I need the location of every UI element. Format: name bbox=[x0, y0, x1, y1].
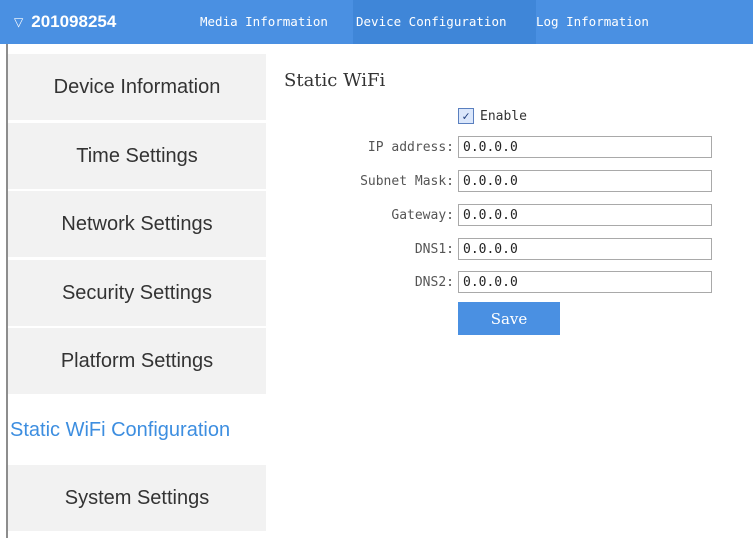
ip-address-row: IP address: bbox=[282, 134, 712, 160]
enable-label: Enable bbox=[480, 108, 527, 124]
top-bar: ▽ 201098254 Media Information Device Con… bbox=[0, 0, 753, 44]
dns2-input[interactable] bbox=[458, 271, 712, 293]
dns2-row: DNS2: bbox=[282, 269, 712, 295]
sidebar-item-static-wifi-configuration[interactable]: Static WiFi Configuration bbox=[8, 397, 266, 463]
menu-log-information[interactable]: Log Information bbox=[536, 12, 649, 32]
subnet-mask-row: Subnet Mask: bbox=[282, 168, 712, 194]
gateway-input[interactable] bbox=[458, 204, 712, 226]
dns1-label: DNS1: bbox=[414, 241, 454, 257]
sidebar-item-security-settings[interactable]: Security Settings bbox=[8, 260, 266, 326]
page-title: Static WiFi bbox=[284, 70, 386, 91]
dns1-row: DNS1: bbox=[282, 236, 712, 262]
gateway-label: Gateway: bbox=[391, 207, 454, 223]
dns1-input[interactable] bbox=[458, 238, 712, 260]
sidebar-item-network-settings[interactable]: Network Settings bbox=[8, 191, 266, 257]
subnet-mask-label: Subnet Mask: bbox=[360, 173, 454, 189]
gateway-row: Gateway: bbox=[282, 202, 712, 228]
subnet-mask-input[interactable] bbox=[458, 170, 712, 192]
device-selector[interactable]: ▽ 201098254 bbox=[14, 11, 116, 33]
checkmark-icon: ✓ bbox=[462, 109, 470, 123]
dropdown-triangle-icon[interactable]: ▽ bbox=[14, 15, 23, 29]
ip-address-input[interactable] bbox=[458, 136, 712, 158]
dns2-label: DNS2: bbox=[414, 274, 454, 290]
enable-checkbox[interactable]: ✓ bbox=[458, 108, 474, 124]
enable-row: ✓ Enable bbox=[458, 106, 527, 126]
ip-address-label: IP address: bbox=[367, 139, 454, 155]
sidebar-item-platform-settings[interactable]: Platform Settings bbox=[8, 328, 266, 394]
sidebar-item-device-information[interactable]: Device Information bbox=[8, 54, 266, 120]
sidebar-item-system-settings[interactable]: System Settings bbox=[8, 465, 266, 531]
save-button[interactable]: Save bbox=[458, 302, 560, 335]
sidebar: Device Information Time Settings Network… bbox=[8, 51, 266, 538]
sidebar-item-time-settings[interactable]: Time Settings bbox=[8, 123, 266, 189]
menu-media-information[interactable]: Media Information bbox=[200, 12, 328, 32]
menu-device-configuration[interactable]: Device Configuration bbox=[356, 12, 507, 32]
device-id: 201098254 bbox=[31, 12, 117, 31]
